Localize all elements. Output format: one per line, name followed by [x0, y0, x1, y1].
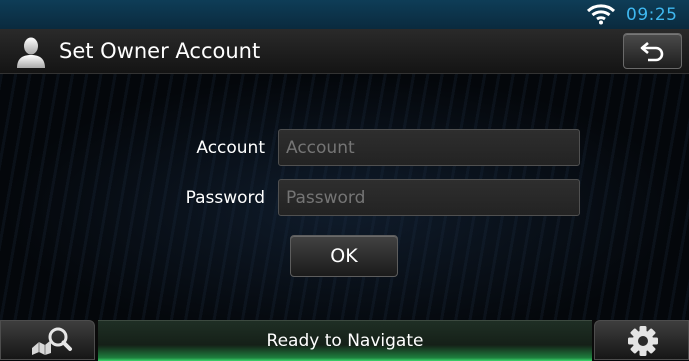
settings-button[interactable] [594, 320, 689, 360]
title-bar: Set Owner Account [0, 29, 689, 74]
map-search-icon [32, 327, 72, 355]
password-input[interactable] [278, 179, 580, 216]
status-bar: 09:25 [0, 0, 689, 30]
ok-button[interactable]: OK [290, 235, 398, 277]
account-input[interactable] [278, 129, 580, 166]
bottom-bar: Ready to Navigate [0, 320, 689, 361]
login-form: Account Password OK [0, 74, 689, 320]
map-search-button[interactable] [0, 320, 95, 360]
password-label: Password [185, 188, 265, 208]
back-arrow-icon [640, 42, 664, 62]
back-button[interactable] [623, 33, 682, 69]
clock: 09:25 [626, 5, 678, 25]
user-icon [17, 37, 45, 68]
gear-icon [628, 326, 658, 356]
wifi-icon [586, 4, 616, 25]
account-label: Account [196, 138, 265, 158]
page-title: Set Owner Account [59, 39, 261, 63]
navigation-status: Ready to Navigate [98, 320, 592, 361]
